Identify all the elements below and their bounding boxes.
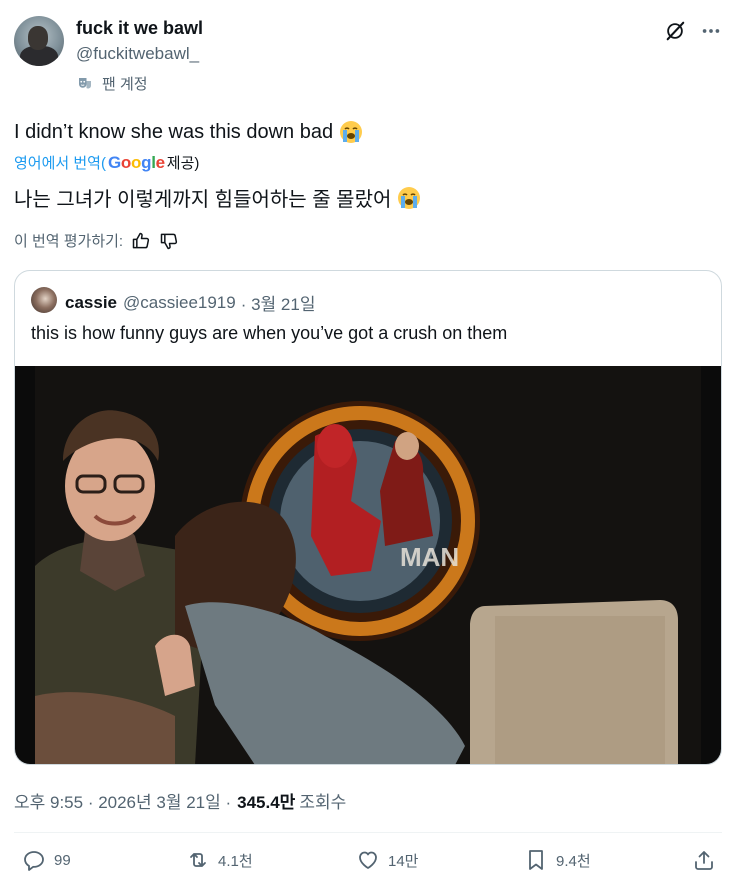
quote-text: this is how funny guys are when you’ve g… xyxy=(31,323,508,343)
like-button[interactable]: 14만 xyxy=(356,848,419,872)
views-label: 조회수 xyxy=(299,793,347,812)
quote-video[interactable]: MAN xyxy=(15,366,721,764)
quoted-tweet[interactable]: cassie @cassiee1919 · 3월 21일 this is how… xyxy=(14,270,722,765)
time-date[interactable]: 오후 9:55 · 2026년 3월 21일 · xyxy=(14,788,231,813)
divider xyxy=(14,832,722,833)
theater-masks-icon xyxy=(79,77,91,88)
translated-text-content: 나는 그녀가 이렇게까지 힘들어하는 줄 몰랐어 xyxy=(14,189,392,211)
translated-text: 나는 그녀가 이렇게까지 힘들어하는 줄 몰랐어 xyxy=(14,183,421,212)
rate-translation-label: 이 번역 평가하기: xyxy=(14,233,124,250)
bookmark-count: 9.4천 xyxy=(556,852,591,870)
repost-button[interactable]: 4.1천 xyxy=(186,848,253,872)
like-count: 14만 xyxy=(388,852,419,870)
tweet-text: I didn’t know she was this down bad xyxy=(14,120,363,144)
bookmark-icon xyxy=(529,850,543,870)
loudly-crying-face-icon xyxy=(398,186,421,209)
author-avatar[interactable] xyxy=(14,16,64,66)
tweet-text-content: I didn’t know she was this down bad xyxy=(14,120,334,143)
share-button[interactable] xyxy=(692,848,716,872)
repost-count: 4.1천 xyxy=(218,852,253,870)
reply-count: 99 xyxy=(54,851,71,869)
author-handle[interactable]: @fuckitwebawl_ xyxy=(76,44,199,64)
views-count: 345.4만 xyxy=(237,793,296,812)
thumbs-up-icon[interactable] xyxy=(131,231,151,251)
quote-header: cassie @cassiee1919 · 3월 21일 xyxy=(65,290,315,315)
tweet-timestamp: 오후 9:55 · 2026년 3월 21일 · 345.4만 조회수 xyxy=(14,788,346,813)
quote-date[interactable]: · 3월 21일 xyxy=(241,290,316,315)
reply-button[interactable]: 99 xyxy=(22,848,71,872)
translation-suffix: 제공) xyxy=(166,155,200,172)
heart-icon xyxy=(359,851,377,869)
fan-account-label: 팬 계정 xyxy=(102,76,148,93)
thumbs-down-icon[interactable] xyxy=(159,231,179,251)
translation-credit: 영어에서 번역( Google 제공) xyxy=(14,152,199,173)
svg-text:MAN: MAN xyxy=(400,542,459,572)
more-options-icon[interactable] xyxy=(700,20,722,42)
reply-icon xyxy=(24,851,44,871)
bookmark-button[interactable]: 9.4천 xyxy=(524,848,591,872)
rate-translation: 이 번역 평가하기: xyxy=(14,230,179,251)
google-logo: Google xyxy=(107,152,165,172)
repost-icon xyxy=(190,853,206,867)
author-display-name[interactable]: fuck it we bawl xyxy=(76,18,203,39)
quote-author-handle[interactable]: @cassiee1919 xyxy=(123,293,236,313)
share-icon xyxy=(695,851,713,870)
fan-account-badge: 팬 계정 xyxy=(76,73,148,94)
grok-icon[interactable] xyxy=(664,20,686,42)
loudly-crying-face-icon xyxy=(340,121,363,143)
quote-author-name[interactable]: cassie xyxy=(65,293,117,313)
translation-prefix[interactable]: 영어에서 번역( xyxy=(14,152,106,173)
quote-author-avatar[interactable] xyxy=(31,287,57,313)
